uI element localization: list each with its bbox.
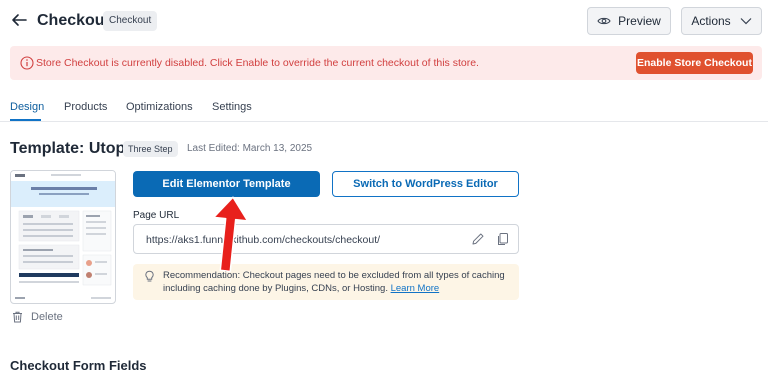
learn-more-link[interactable]: Learn More <box>391 283 440 294</box>
actions-dropdown[interactable]: Actions <box>681 7 762 35</box>
switch-wordpress-editor-button[interactable]: Switch to WordPress Editor <box>332 171 519 197</box>
tab-products[interactable]: Products <box>64 101 107 113</box>
page-url-field[interactable]: https://aks1.funnelkithub.com/checkouts/… <box>133 224 519 254</box>
last-edited-text: Last Edited: March 13, 2025 <box>187 143 313 154</box>
actions-label: Actions <box>691 14 731 28</box>
info-circle-icon <box>20 56 34 70</box>
recommendation-notice: Recommendation: Checkout pages need to b… <box>133 264 519 300</box>
page-header: Checkout Checkout Preview Actions <box>0 0 768 44</box>
recommendation-text: Recommendation: Checkout pages need to b… <box>163 269 513 295</box>
delete-label: Delete <box>31 311 63 323</box>
tab-design[interactable]: Design <box>10 101 44 113</box>
lightbulb-icon <box>145 270 154 282</box>
page-url-label: Page URL <box>133 210 180 221</box>
alert-message: Store Checkout is currently disabled. Cl… <box>36 57 479 69</box>
tab-bar: Design Products Optimizations Settings <box>0 96 768 122</box>
template-preview-image <box>11 171 115 299</box>
page-url-value: https://aks1.funnelkithub.com/checkouts/… <box>146 234 381 246</box>
step-badge: Three Step <box>123 141 178 157</box>
active-tab-indicator <box>10 119 41 121</box>
checkout-form-fields-heading: Checkout Form Fields <box>10 358 147 373</box>
chevron-down-icon <box>740 18 752 25</box>
recommendation-message: Recommendation: Checkout pages need to b… <box>163 270 505 294</box>
tab-settings[interactable]: Settings <box>212 101 252 113</box>
back-arrow-icon[interactable] <box>10 11 28 29</box>
template-title: Template: Utopia <box>10 140 139 157</box>
edit-elementor-template-button[interactable]: Edit Elementor Template <box>133 171 320 197</box>
copy-icon[interactable] <box>496 232 510 246</box>
page-type-badge: Checkout <box>103 11 158 31</box>
page-title: Checkout <box>37 12 110 29</box>
checkout-disabled-alert: Store Checkout is currently disabled. Cl… <box>10 46 762 80</box>
enable-store-checkout-button[interactable]: Enable Store Checkout <box>636 52 753 74</box>
eye-icon <box>597 17 611 25</box>
tab-optimizations[interactable]: Optimizations <box>126 101 193 113</box>
trash-icon <box>13 311 22 323</box>
template-thumbnail[interactable] <box>10 170 116 304</box>
preview-label: Preview <box>618 14 661 28</box>
pencil-icon[interactable] <box>471 232 485 246</box>
preview-button[interactable]: Preview <box>587 7 671 35</box>
delete-template-button[interactable]: Delete <box>12 311 63 323</box>
